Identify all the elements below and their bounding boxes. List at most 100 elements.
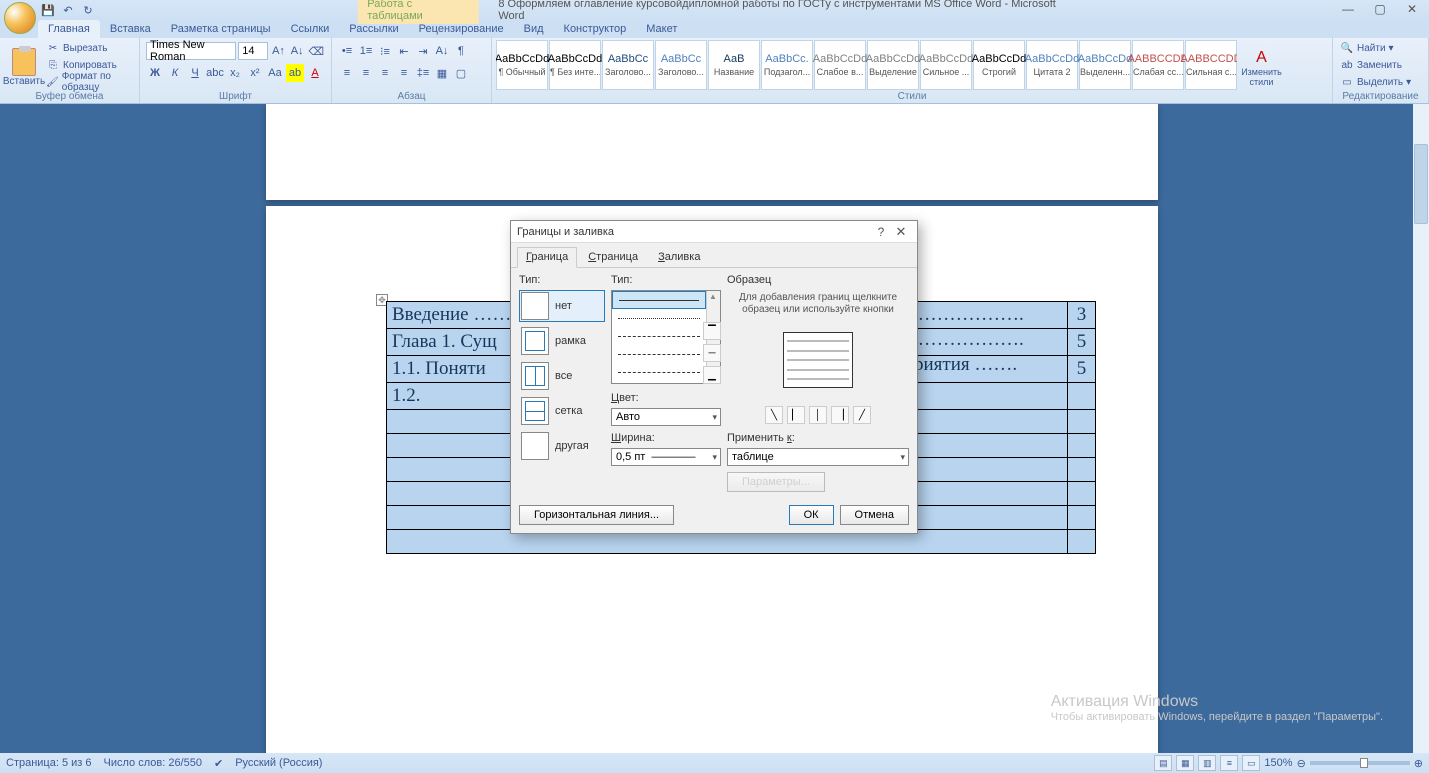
borders-button[interactable]: ▢ [452,64,470,82]
preview-bottom-border-button[interactable]: ▁ [703,366,721,384]
find-button[interactable]: 🔍Найти ▾ [1337,40,1424,56]
preview-right-border-button[interactable]: ▕ [831,406,849,424]
preview-diag1-button[interactable]: ╲ [765,406,783,424]
preview-sample[interactable] [783,332,853,388]
cell-page[interactable] [1068,530,1096,554]
dialog-help-button[interactable]: ? [871,225,891,239]
tab-layout[interactable]: Разметка страницы [161,20,281,38]
line-spacing-button[interactable]: ‡≡ [414,64,432,82]
tab-refs[interactable]: Ссылки [281,20,340,38]
fullscreen-view-button[interactable]: ▦ [1176,755,1194,771]
language-indicator[interactable]: Русский (Россия) [235,757,322,769]
border-type-all[interactable]: все [519,360,605,392]
line-style-dashdot[interactable] [612,363,706,381]
style-item[interactable]: AaBbCcDd¶ Без инте... [549,40,601,90]
change-case-button[interactable]: Aa [266,64,284,82]
style-item[interactable]: AaBbCcDdСильное ... [920,40,972,90]
bullets-button[interactable]: •≡ [338,42,356,60]
cell-page[interactable] [1068,506,1096,530]
format-painter-button[interactable]: 🖌Формат по образцу [46,74,135,90]
scroll-thumb[interactable] [1414,144,1428,224]
numbering-button[interactable]: 1≡ [357,42,375,60]
zoom-level[interactable]: 150% [1264,757,1292,769]
justify-button[interactable]: ≡ [395,64,413,82]
underline-button[interactable]: Ч [186,64,204,82]
tab-home[interactable]: Главная [38,20,100,38]
redo-icon[interactable]: ↻ [80,2,96,18]
page-indicator[interactable]: Страница: 5 из 6 [6,757,92,769]
style-item[interactable]: AaBbCcDdВыделенн... [1079,40,1131,90]
align-center-button[interactable]: ≡ [357,64,375,82]
border-type-custom[interactable]: другая [519,430,605,462]
subscript-button[interactable]: x₂ [226,64,244,82]
cell-page[interactable] [1068,458,1096,482]
tab-insert[interactable]: Вставка [100,20,161,38]
zoom-out-button[interactable]: ⊖ [1297,757,1306,770]
style-item[interactable]: AaBbCcDdВыделение [867,40,919,90]
line-style-solid[interactable] [612,291,706,309]
preview-vmid-border-button[interactable]: │ [809,406,827,424]
cell-page[interactable] [1068,434,1096,458]
word-count[interactable]: Число слов: 26/550 [104,757,202,769]
italic-button[interactable]: К [166,64,184,82]
font-size-combo[interactable]: 14 [238,42,268,60]
border-type-grid[interactable]: сетка [519,395,605,427]
cell-page[interactable] [1068,482,1096,506]
vertical-scrollbar[interactable] [1413,104,1429,753]
outline-view-button[interactable]: ≡ [1220,755,1238,771]
dialog-titlebar[interactable]: Границы и заливка ? ✕ [511,221,917,243]
cell-page[interactable]: 5 [1068,329,1096,356]
save-icon[interactable]: 💾 [40,2,56,18]
border-type-box[interactable]: рамка [519,325,605,357]
undo-icon[interactable]: ↶ [60,2,76,18]
cell-page[interactable]: 3 [1068,302,1096,329]
style-item[interactable]: АаВНазвание [708,40,760,90]
line-style-dotted[interactable] [612,309,706,327]
align-right-button[interactable]: ≡ [376,64,394,82]
change-styles-button[interactable]: A Изменить стили [1239,40,1284,95]
print-layout-view-button[interactable]: ▤ [1154,755,1172,771]
web-view-button[interactable]: ▥ [1198,755,1216,771]
apply-to-combo[interactable]: таблице [727,448,909,466]
preview-top-border-button[interactable]: ▔ [703,322,721,340]
style-item[interactable]: AaBbCcЗаголово... [655,40,707,90]
strike-button[interactable]: abc [206,64,224,82]
clear-format-button[interactable]: ⌫ [307,42,325,60]
shading-button[interactable]: ▦ [433,64,451,82]
paste-button[interactable]: Вставить [4,40,44,95]
indent-dec-button[interactable]: ⇤ [395,42,413,60]
width-combo[interactable]: 0,5 пт ———— [611,448,721,466]
style-item[interactable]: AaBbCcDdСлабое в... [814,40,866,90]
border-type-none[interactable]: нет [519,290,605,322]
tab-fill[interactable]: Заливка [649,247,709,267]
dialog-close-button[interactable]: ✕ [891,224,911,240]
indent-inc-button[interactable]: ⇥ [414,42,432,60]
grow-font-button[interactable]: A↑ [270,42,287,60]
style-item[interactable]: AaBbCcDdЦитата 2 [1026,40,1078,90]
zoom-in-button[interactable]: ⊕ [1414,757,1423,770]
zoom-thumb[interactable] [1360,758,1368,768]
zoom-slider[interactable] [1310,761,1410,765]
font-color-button[interactable]: A [306,64,324,82]
preview-hmid-border-button[interactable]: ─ [703,344,721,362]
preview-left-border-button[interactable]: ▏ [787,406,805,424]
tab-page[interactable]: Страница [579,247,647,267]
color-combo[interactable]: Авто [611,408,721,426]
font-name-combo[interactable]: Times New Roman [146,42,236,60]
cancel-button[interactable]: Отмена [840,505,909,525]
style-item[interactable]: AaBbCcЗаголово... [602,40,654,90]
cell-page[interactable] [1068,410,1096,434]
align-left-button[interactable]: ≡ [338,64,356,82]
style-item[interactable]: AABBCCDDСильная с... [1185,40,1237,90]
horizontal-line-button[interactable]: Горизонтальная линия... [519,505,674,525]
proofing-icon[interactable]: ✔ [214,757,223,770]
show-marks-button[interactable]: ¶ [452,42,470,60]
close-button[interactable]: ✕ [1399,0,1425,18]
line-style-dashed[interactable] [612,345,706,363]
cell-page[interactable] [1068,383,1096,410]
superscript-button[interactable]: x² [246,64,264,82]
tab-border[interactable]: Граница [517,247,577,268]
highlight-button[interactable]: ab [286,64,304,82]
bold-button[interactable]: Ж [146,64,164,82]
select-button[interactable]: ▭Выделить ▾ [1337,74,1424,90]
